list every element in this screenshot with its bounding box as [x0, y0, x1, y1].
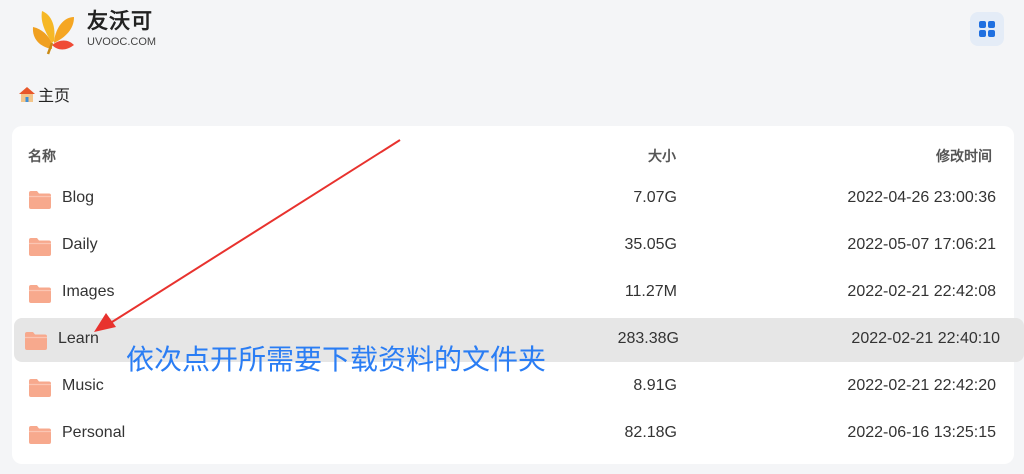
brand-name[interactable]: 友沃可: [87, 5, 153, 35]
file-size: 8.91G: [633, 377, 677, 394]
file-size: 11.27M: [624, 283, 677, 300]
column-header-name[interactable]: 名称: [28, 146, 56, 166]
file-size: 7.07G: [633, 189, 677, 206]
file-name[interactable]: Learn: [58, 330, 99, 348]
folder-icon: [29, 426, 51, 444]
file-name[interactable]: Music: [62, 377, 104, 395]
breadcrumb[interactable]: 主页: [18, 82, 70, 106]
file-modified: 2022-05-07 17:06:21: [847, 236, 996, 253]
folder-icon: [29, 379, 51, 397]
column-header-size[interactable]: 大小: [648, 146, 676, 166]
file-modified: 2022-04-26 23:00:36: [847, 189, 996, 206]
column-header-modified[interactable]: 修改时间: [936, 146, 992, 166]
grid-icon: [979, 21, 986, 28]
file-name[interactable]: Blog: [62, 189, 94, 207]
folder-icon: [29, 285, 51, 303]
grid-icon: [988, 21, 995, 28]
annotation-text: 依次点开所需要下载资料的文件夹: [126, 343, 547, 376]
grid-icon: [979, 30, 986, 37]
brand-domain: UVOOC.COM: [87, 36, 157, 48]
ginkgo-logo-icon[interactable]: [26, 5, 78, 55]
apps-grid-button[interactable]: [970, 12, 1004, 46]
file-name[interactable]: Personal: [62, 424, 125, 442]
table-row[interactable]: Blog 7.07G 2022-04-26 23:00:36: [12, 177, 1014, 223]
grid-icon: [988, 30, 995, 37]
folder-icon: [29, 238, 51, 256]
table-row[interactable]: Images 11.27M 2022-02-21 22:42:08: [12, 271, 1014, 317]
file-modified: 2022-02-21 22:40:10: [851, 330, 1000, 347]
table-row[interactable]: Daily 35.05G 2022-05-07 17:06:21: [12, 224, 1014, 270]
header: 友沃可 UVOOC.COM: [0, 0, 1024, 62]
home-icon: [19, 87, 35, 102]
breadcrumb-home-label: 主页: [38, 86, 71, 105]
file-size: 82.18G: [624, 424, 677, 441]
file-size: 35.05G: [624, 236, 677, 253]
file-modified: 2022-02-21 22:42:08: [847, 283, 996, 300]
file-name[interactable]: Daily: [62, 236, 98, 254]
folder-icon: [25, 332, 47, 350]
table-row[interactable]: Personal 82.18G 2022-06-16 13:25:15: [12, 412, 1014, 458]
file-modified: 2022-02-21 22:42:20: [847, 377, 996, 394]
file-modified: 2022-06-16 13:25:15: [847, 424, 996, 441]
file-name[interactable]: Images: [62, 283, 114, 301]
file-size: 283.38G: [617, 330, 679, 347]
folder-icon: [29, 191, 51, 209]
